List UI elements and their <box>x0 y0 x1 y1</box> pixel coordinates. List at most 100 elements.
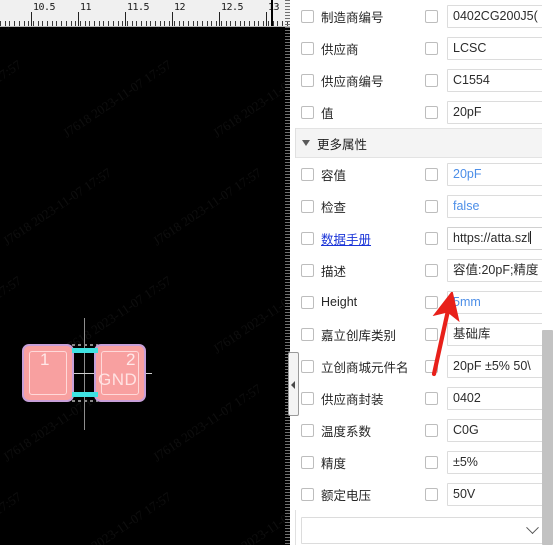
property-label: 容值 <box>321 168 347 183</box>
capacitor-footprint[interactable]: 1 2 GND <box>22 344 146 402</box>
property-row: 立创商城元件名 20pF ±5% 50\ <box>295 350 553 382</box>
property-value-input[interactable]: LCSC <box>447 36 546 60</box>
property-value-input[interactable]: 20pF <box>447 162 546 186</box>
ruler-tick-minor <box>28 21 29 26</box>
watermark-text: J7618 2023-11-07 17:57 <box>0 272 24 357</box>
property-value-input[interactable]: 0402CG200J5( <box>447 4 546 28</box>
property-enable-checkbox[interactable] <box>301 105 314 119</box>
ruler-tick-minor <box>164 21 165 26</box>
property-row: 检查 false <box>295 190 553 222</box>
property-visible-checkbox[interactable] <box>425 105 438 119</box>
property-enable-checkbox[interactable] <box>301 487 314 501</box>
ruler-tick-minor <box>122 21 123 26</box>
property-value-input[interactable]: 5mm <box>447 290 546 314</box>
property-value-text: false <box>453 198 480 213</box>
property-label: 制造商编号 <box>321 10 384 25</box>
property-value-input[interactable]: 20pF <box>447 100 546 124</box>
property-visible-checkbox[interactable] <box>425 41 438 55</box>
property-label: 描述 <box>321 264 347 279</box>
ruler-tick-minor <box>179 21 180 26</box>
add-property-select[interactable] <box>301 517 547 544</box>
property-label: Height <box>321 295 358 309</box>
property-enable-checkbox[interactable] <box>301 41 314 55</box>
property-visible-checkbox[interactable] <box>425 327 438 341</box>
property-visible-checkbox[interactable] <box>425 73 438 87</box>
property-visible-checkbox[interactable] <box>425 487 438 501</box>
properties-scrollbar-thumb[interactable] <box>542 330 553 545</box>
watermark-text: J7618 2023-11-07 17:57 <box>60 56 174 141</box>
ruler-tick-minor <box>33 21 34 26</box>
property-enable-checkbox[interactable] <box>301 167 314 181</box>
property-value-text: C1554 <box>453 72 490 87</box>
property-value-input[interactable]: false <box>447 194 546 218</box>
property-enable-checkbox[interactable] <box>301 9 314 23</box>
property-label: 供应商 <box>321 42 359 57</box>
property-visible-checkbox[interactable] <box>425 9 438 23</box>
property-visible-checkbox[interactable] <box>425 295 438 309</box>
watermark-text: J7618 2023-11-07 17:57 <box>210 273 290 357</box>
property-visible-checkbox[interactable] <box>425 359 438 373</box>
property-label-link[interactable]: 数据手册 <box>321 229 425 248</box>
ruler-tick-minor <box>103 21 104 26</box>
property-enable-checkbox[interactable] <box>301 327 314 341</box>
property-value-input[interactable]: https://atta.szl <box>447 226 546 250</box>
property-enable-checkbox[interactable] <box>301 359 314 373</box>
property-visible-checkbox[interactable] <box>425 231 438 245</box>
more-properties-section-header[interactable]: 更多属性 <box>295 128 553 158</box>
property-value-input[interactable]: 基础库 <box>447 322 546 346</box>
property-value-input[interactable]: C0G <box>447 418 546 442</box>
property-value-input[interactable]: 20pF ±5% 50\ <box>447 354 546 378</box>
property-value-text: 0402CG200J5( <box>453 8 538 23</box>
property-enable-checkbox[interactable] <box>301 455 314 469</box>
property-label: 值 <box>321 106 334 121</box>
watermark-text: J7618 2023-11-07 17:57 <box>210 57 290 141</box>
ruler-tick-minor <box>0 21 1 26</box>
property-enable-checkbox[interactable] <box>301 73 314 87</box>
property-value-input[interactable]: 50V <box>447 482 546 506</box>
property-value-input[interactable]: 0402 <box>447 386 546 410</box>
property-value-input[interactable]: C1554 <box>447 68 546 92</box>
panel-collapse-handle[interactable] <box>288 352 299 416</box>
ruler-tick-label: 13 <box>268 2 280 13</box>
ruler-tick-minor <box>235 21 236 26</box>
ruler-tick-minor <box>249 21 250 26</box>
property-value-input[interactable]: ±5% <box>447 450 546 474</box>
property-value-text: 20pF <box>453 166 482 181</box>
ruler-tick-label: 11 <box>80 2 92 13</box>
ruler-tick-minor <box>56 21 57 26</box>
ruler-tick-minor <box>282 21 283 26</box>
property-enable-checkbox[interactable] <box>301 199 314 213</box>
property-visible-checkbox[interactable] <box>425 263 438 277</box>
property-visible-checkbox[interactable] <box>425 199 438 213</box>
pad-1-number: 1 <box>40 350 50 369</box>
property-visible-checkbox[interactable] <box>425 455 438 469</box>
property-enable-checkbox[interactable] <box>301 263 314 277</box>
trace-bottom[interactable] <box>72 392 98 397</box>
ruler-tick-minor <box>136 21 137 26</box>
vertical-ruler[interactable] <box>285 0 290 545</box>
property-label: 精度 <box>321 456 347 471</box>
property-value-text: C0G <box>453 422 479 437</box>
property-label: 额定电压 <box>321 488 372 503</box>
ruler-tick-major <box>78 12 79 26</box>
property-visible-checkbox[interactable] <box>425 167 438 181</box>
property-enable-checkbox[interactable] <box>301 423 314 437</box>
property-enable-checkbox[interactable] <box>301 391 314 405</box>
property-enable-checkbox[interactable] <box>301 231 314 245</box>
property-visible-checkbox[interactable] <box>425 391 438 405</box>
horizontal-ruler[interactable]: 10.51111.51212.51313.5 <box>0 0 290 27</box>
ruler-tick-minor <box>19 21 20 26</box>
property-label: 供应商封装 <box>321 392 384 407</box>
property-visible-checkbox[interactable] <box>425 423 438 437</box>
trace-top[interactable] <box>72 348 98 353</box>
properties-scrollbar-track[interactable] <box>542 0 553 545</box>
ruler-tick-minor <box>108 21 109 26</box>
property-row: 供应商封装 0402 <box>295 382 553 414</box>
ruler-tick-minor <box>89 21 90 26</box>
property-enable-checkbox[interactable] <box>301 295 314 309</box>
pad-1[interactable]: 1 <box>22 344 74 402</box>
property-value-input[interactable]: 容值:20pF;精度 <box>447 258 546 282</box>
property-value-text: 20pF ±5% 50\ <box>453 358 531 373</box>
pcb-canvas[interactable]: J7618 2023-11-07 17:57 J7618 2023-11-07 1… <box>0 0 290 545</box>
ruler-tick-minor <box>24 21 25 26</box>
